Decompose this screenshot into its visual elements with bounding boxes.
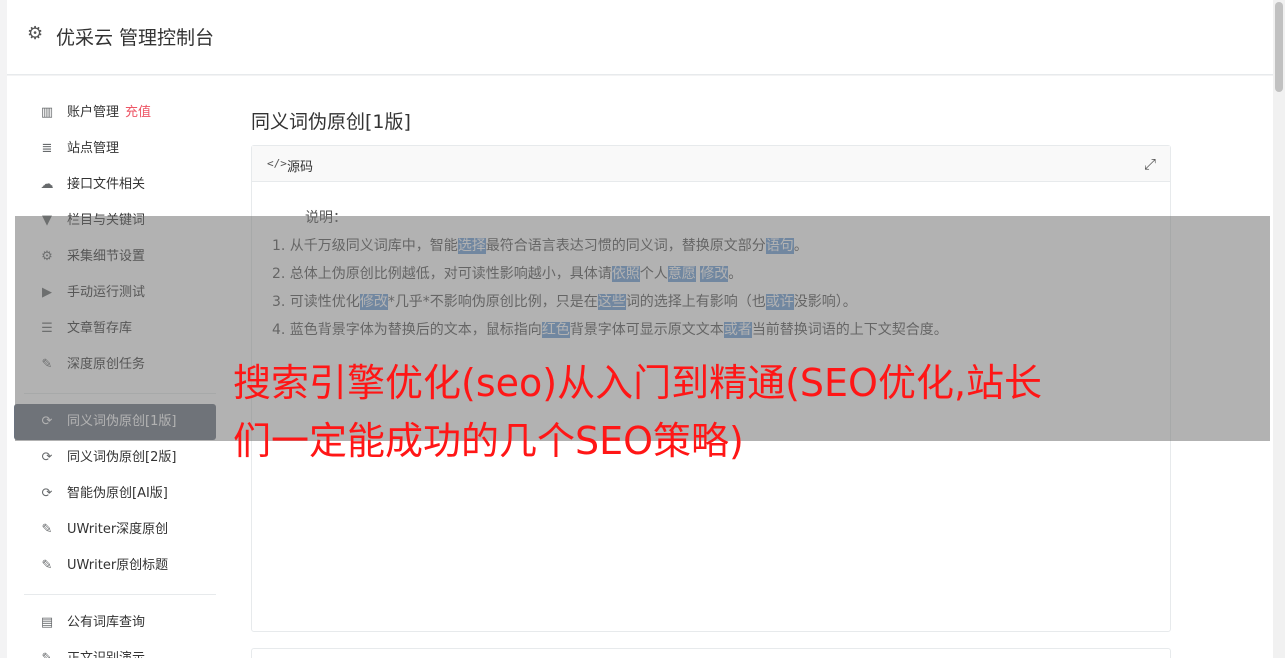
cloud-upload-icon: ☁ (40, 177, 54, 192)
refresh-icon: ⟳ (41, 450, 53, 465)
result-panel (251, 648, 1171, 658)
sidebar-item-label: 账户管理 (67, 105, 120, 120)
sidebar-item[interactable]: ✎ 正文识别演示 (14, 641, 216, 658)
scrollbar-thumb[interactable] (1275, 2, 1283, 92)
sidebar-item-label: UWriter深度原创 (67, 522, 169, 537)
server-icon: ≣ (41, 141, 53, 156)
console-title: 优采云 管理控制台 (56, 27, 215, 49)
sidebar-divider (24, 594, 216, 595)
edit-icon: ✎ (41, 558, 53, 573)
code-icon: </> (267, 157, 287, 170)
sidebar-item-label: 公有词库查询 (67, 615, 146, 630)
page-title: 同义词伪原创[1版] (251, 111, 411, 133)
edit-icon: ✎ (38, 641, 56, 658)
panel-title: 源码 (287, 160, 314, 175)
top-header: ⚙ 优采云 管理控制台 (7, 0, 1273, 75)
overlay-headline: 搜索引擎优化(seo)从入门到精通(SEO优化,站长们一定能成功的几个SEO策略… (233, 361, 1043, 463)
sidebar-item[interactable]: ▤ 公有词库查询 (14, 605, 216, 641)
panel-header: </> 源码 ⤢ (252, 146, 1170, 182)
refresh-icon: ⟳ (41, 486, 53, 501)
sidebar-item-label: 站点管理 (67, 141, 120, 156)
sidebar-item-label: 同义词伪原创[2版] (67, 450, 177, 465)
sidebar-item[interactable]: ▥ 账户管理 充值 (14, 95, 216, 131)
sidebar-item-label: 智能伪原创[AI版] (67, 486, 168, 501)
gear-icon[interactable]: ⚙ (27, 24, 47, 44)
edit-icon: ✎ (41, 522, 53, 537)
book-icon: ▤ (40, 615, 54, 630)
sidebar-item-label: 接口文件相关 (67, 177, 146, 192)
sidebar-item[interactable]: ✎ UWriter原创标题 (14, 548, 216, 584)
sidebar-item[interactable]: ⟳ 智能伪原创[AI版] (14, 476, 216, 512)
expand-icon[interactable]: ⤢ (1144, 155, 1156, 173)
sidebar-item[interactable]: ≣ 站点管理 (14, 131, 216, 167)
sidebar-item[interactable]: ☁ 接口文件相关 (14, 167, 216, 203)
sidebar-item-label: UWriter原创标题 (67, 558, 169, 573)
recharge-link[interactable]: 充值 (125, 105, 151, 120)
sidebar-item[interactable]: ✎ UWriter深度原创 (14, 512, 216, 548)
sidebar-item-label: 正文识别演示 (67, 651, 145, 658)
page-scrollbar[interactable] (1273, 0, 1285, 658)
sidebar-item[interactable]: ⟳ 同义词伪原创[2版] (14, 440, 216, 476)
bar-chart-icon: ▥ (40, 105, 54, 120)
